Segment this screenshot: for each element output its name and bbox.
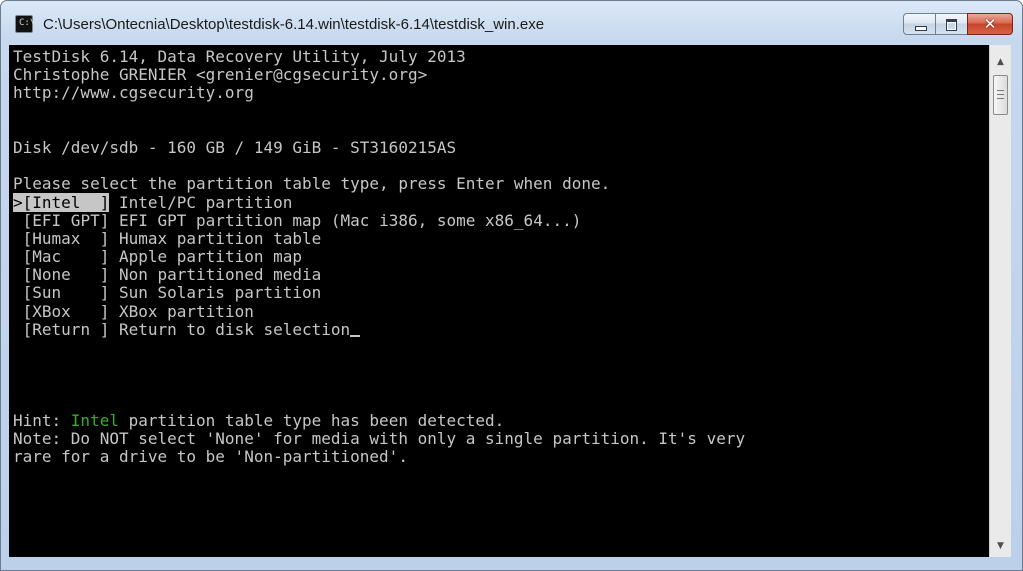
- disk-info-line: Disk /dev/sdb - 160 GB / 149 GiB - ST316…: [13, 137, 457, 157]
- note-line-1: Note: Do NOT select 'None' for media wit…: [13, 428, 746, 448]
- close-icon: ✕: [983, 15, 997, 33]
- window-title: C:\Users\Ontecnia\Desktop\testdisk-6.14.…: [43, 16, 545, 33]
- header-line-url: http://www.cgsecurity.org: [13, 83, 254, 103]
- close-button[interactable]: ✕: [967, 13, 1013, 35]
- console-area[interactable]: TestDisk 6.14, Data Recovery Utility, Ju…: [9, 45, 989, 557]
- note-line-2: rare for a drive to be 'Non-partitioned'…: [13, 447, 408, 467]
- hint-line: Hint: Intel partition table type has bee…: [13, 410, 505, 430]
- text-cursor: [350, 334, 361, 337]
- menu-item-sun[interactable]: [Sun ] Sun Solaris partition: [13, 284, 989, 302]
- menu-item-mac[interactable]: [Mac ] Apple partition map: [13, 247, 989, 266]
- scroll-down-arrow-icon[interactable]: ▼: [990, 537, 1011, 555]
- header-line-author: Christophe GRENIER <grenier@cgsecurity.o…: [13, 65, 428, 85]
- prompt-line: Please select the partition table type, …: [13, 174, 611, 194]
- menu-item-xbox[interactable]: [XBox ] XBox partition: [13, 302, 989, 321]
- console-window: C:\ C:\Users\Ontecnia\Desktop\testdisk-6…: [0, 0, 1023, 571]
- minimize-button[interactable]: [903, 13, 936, 35]
- menu-item-return[interactable]: [Return ] Return to disk selection: [13, 320, 989, 339]
- title-bar[interactable]: C:\ C:\Users\Ontecnia\Desktop\testdisk-6…: [1, 1, 1022, 45]
- menu-item-key-selected: >[Intel ]: [13, 192, 110, 212]
- window-controls: ✕: [903, 13, 1013, 35]
- minimize-icon: [915, 26, 927, 31]
- menu-item-intel[interactable]: >[Intel ] Intel/PC partition: [13, 192, 989, 212]
- menu-item-none[interactable]: [None ] Non partitioned media: [13, 266, 989, 284]
- hint-detected-type: Intel: [70, 410, 119, 430]
- menu-item-humax[interactable]: [Humax ] Humax partition table: [13, 229, 989, 248]
- scrollbar-thumb[interactable]: [993, 75, 1008, 115]
- vertical-scrollbar[interactable]: ▲ ▼: [989, 45, 1011, 557]
- maximize-icon: [946, 19, 957, 31]
- scroll-up-arrow-icon[interactable]: ▲: [990, 53, 1011, 71]
- maximize-button[interactable]: [935, 13, 968, 35]
- menu-item-efi-gpt[interactable]: [EFI GPT] EFI GPT partition map (Mac i38…: [13, 211, 989, 230]
- header-line-title: TestDisk 6.14, Data Recovery Utility, Ju…: [13, 47, 466, 66]
- console-icon[interactable]: C:\: [15, 15, 35, 33]
